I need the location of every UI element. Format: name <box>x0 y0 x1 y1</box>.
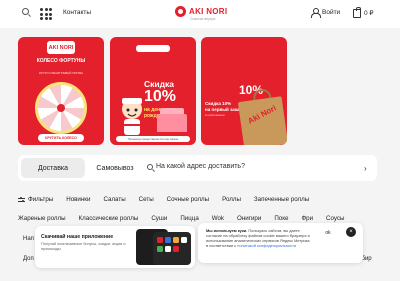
category-rolls[interactable]: Роллы <box>222 196 241 203</box>
category-fried-rolls[interactable]: Жареные роллы <box>18 215 66 222</box>
phone-image <box>153 232 191 265</box>
tab-delivery[interactable]: Доставка <box>21 158 85 178</box>
banner-subtext: в приложении <box>205 113 225 117</box>
category-salads[interactable]: Салаты <box>103 196 125 203</box>
privacy-policy-link[interactable]: политикой конфиденциальности <box>237 243 296 248</box>
category-new[interactable]: Новинки <box>66 196 90 203</box>
site-header: Контакты AKI NORI Счастье внутри Войти 0… <box>0 0 400 28</box>
site-logo[interactable]: AKI NORI <box>175 6 227 17</box>
spin-wheel-button[interactable]: КРУТИТЬ КОЛЕСО <box>38 134 84 142</box>
category-sauces[interactable]: Соусы <box>326 215 344 222</box>
category-juicy-rolls[interactable]: Сочные роллы <box>167 196 209 203</box>
app-download-popup[interactable]: Скачивай наше приложение Получай эксклюз… <box>35 226 195 268</box>
category-poke[interactable]: Поке <box>274 215 288 222</box>
cake-image <box>157 108 187 132</box>
search-icon[interactable] <box>22 8 29 15</box>
cookie-ok-button[interactable]: ok <box>314 227 342 238</box>
banner-first-order[interactable]: 10% Скидка 10% на первый заказ в приложе… <box>201 37 287 145</box>
category-row: Фильтры Новинки Салаты Сеты Сочные роллы… <box>18 196 309 203</box>
cookie-consent-popup: Мы используем куки. Пользуясь сайтом, вы… <box>198 223 363 263</box>
filters-button[interactable]: Фильтры <box>18 196 53 203</box>
category-classic-rolls[interactable]: Классические роллы <box>79 215 139 222</box>
app-popup-title: Скачивай наше приложение <box>41 234 114 240</box>
banner-birthday-discount[interactable]: Скидка 10% на день рождения Промокод пре… <box>110 37 196 145</box>
bag-icon <box>353 7 361 18</box>
app-popup-text: Получай эксклюзивные бонусы, скидки, акц… <box>41 242 126 251</box>
category-onigiri[interactable]: Онигири <box>237 215 261 222</box>
category-fries[interactable]: Фри <box>301 215 313 222</box>
banner-title: КОЛЕСО ФОРТУНЫ <box>36 58 86 64</box>
mascot-image <box>122 98 142 135</box>
delivery-bar: Доставка Самовывоз На какой адрес достав… <box>18 155 377 181</box>
user-icon <box>311 8 321 18</box>
category-extras-partial[interactable]: Доп <box>23 256 34 262</box>
logo-mark-icon <box>175 6 186 17</box>
address-input[interactable]: На какой адрес доставить? <box>147 163 245 170</box>
category-sushi[interactable]: Суши <box>151 215 167 222</box>
contacts-link[interactable]: Контакты <box>63 9 91 16</box>
category-wok[interactable]: Wok <box>212 215 224 222</box>
tab-pickup[interactable]: Самовывоз <box>89 158 141 178</box>
category-baked-rolls[interactable]: Запеченные роллы <box>254 196 309 203</box>
login-button[interactable]: Войти <box>311 8 341 18</box>
banner-text: Скидка 10% на первый заказ <box>205 101 242 112</box>
address-placeholder: На какой адрес доставить? <box>156 163 245 170</box>
logo-text: AKI NORI <box>189 7 228 16</box>
category-drinks-partial[interactable]: Нап <box>23 236 34 242</box>
chevron-right-icon[interactable]: › <box>364 164 367 173</box>
login-label: Войти <box>322 9 341 16</box>
category-row: Жареные роллы Классические роллы Суши Пи… <box>18 215 344 222</box>
banner-logo-badge <box>136 45 170 52</box>
menu-grid-icon[interactable] <box>40 8 52 20</box>
banner-subtitle: КРУТИ И ВЫИГРЫВАЙ ПРИЗЫ <box>38 71 84 75</box>
cart-total: 0 ₽ <box>364 10 374 17</box>
banner-logo: AKI NORI <box>47 41 75 54</box>
banner-note: Промокод предоставляется при заказе <box>116 136 190 142</box>
category-sets[interactable]: Сеты <box>139 196 154 203</box>
logo-tagline: Счастье внутри <box>190 17 216 21</box>
paper-bag-image: Aki Nori <box>237 96 287 145</box>
category-pizza[interactable]: Пицца <box>180 215 198 222</box>
fortune-wheel-image <box>35 82 87 134</box>
cart-button[interactable]: 0 ₽ <box>353 7 374 18</box>
filter-icon <box>18 196 25 203</box>
close-icon[interactable]: × <box>346 227 356 237</box>
banner-fortune-wheel[interactable]: AKI NORI КОЛЕСО ФОРТУНЫ КРУТИ И ВЫИГРЫВА… <box>18 37 104 145</box>
search-icon <box>147 163 153 170</box>
cookie-text: Мы используем куки. Пользуясь сайтом, вы… <box>206 228 310 248</box>
